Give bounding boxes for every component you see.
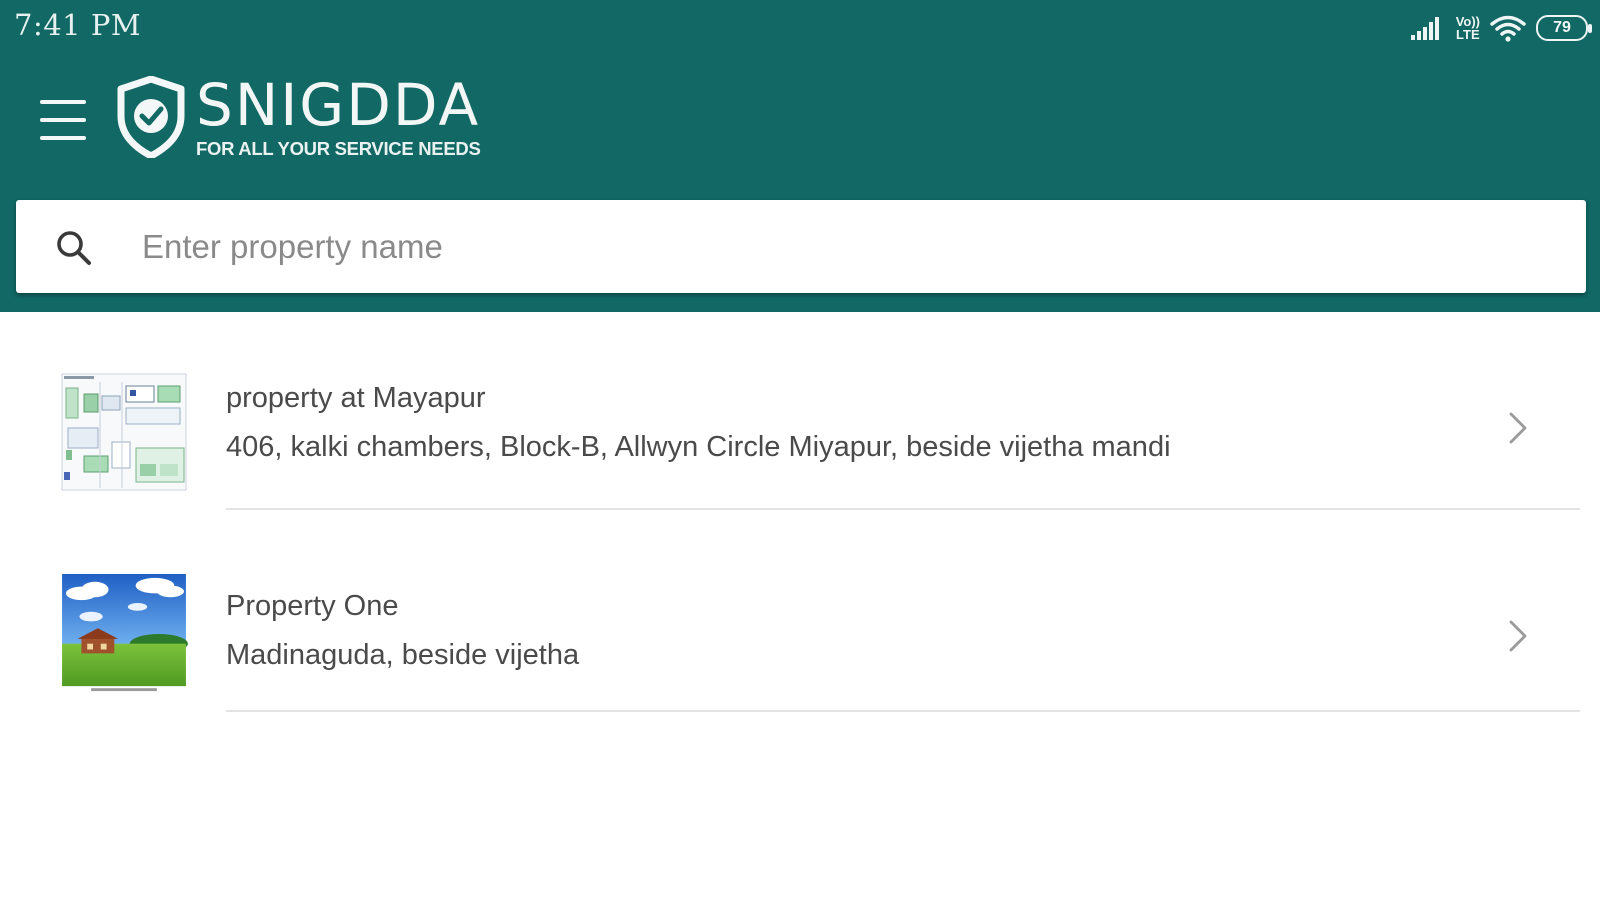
brand-logo: SNIGDDA FOR ALL YOUR SERVICE NEEDS: [116, 76, 481, 176]
landscape-house-thumbnail: [62, 574, 188, 694]
app-screen: 7:41 PM Vo)) LTE 79 SNIGDDA FOR ALL YOUR…: [0, 0, 1600, 900]
list-divider: [226, 710, 1580, 712]
search-bar[interactable]: [16, 200, 1586, 293]
status-bar: 7:41 PM Vo)) LTE 79: [0, 0, 1600, 56]
wifi-icon: [1490, 15, 1526, 42]
app-bar: SNIGDDA FOR ALL YOUR SERVICE NEEDS: [0, 56, 1600, 186]
shield-check-icon: [117, 76, 185, 158]
list-item[interactable]: Property One Madinaguda, beside vijetha: [0, 574, 1600, 774]
status-time: 7:41 PM: [14, 8, 142, 42]
search-icon[interactable]: [54, 228, 94, 268]
property-address: 406, kalki chambers, Block-B, Allwyn Cir…: [226, 431, 1171, 463]
status-icons: Vo)) LTE 79: [1410, 10, 1592, 46]
chevron-right-icon: [1509, 620, 1527, 652]
brand-name: SNIGDDA: [196, 71, 481, 139]
floor-plan-thumbnail: [60, 372, 188, 492]
list-divider: [226, 508, 1580, 510]
list-item[interactable]: property at Mayapur 406, kalki chambers,…: [0, 372, 1600, 572]
battery-level: 79: [1553, 19, 1571, 36]
battery-icon: 79: [1536, 15, 1592, 41]
chevron-right-icon: [1509, 412, 1527, 444]
property-title: Property One: [226, 590, 399, 622]
search-input[interactable]: [140, 218, 1564, 276]
header-region: 7:41 PM Vo)) LTE 79 SNIGDDA FOR ALL YOUR…: [0, 0, 1600, 312]
signal-icon: [1410, 17, 1439, 40]
volte-icon: Vo)) LTE: [1456, 15, 1480, 41]
brand-tagline: FOR ALL YOUR SERVICE NEEDS: [196, 138, 481, 159]
volte-bottom-label: LTE: [1456, 27, 1480, 42]
property-address: Madinaguda, beside vijetha: [226, 639, 580, 671]
property-title: property at Mayapur: [226, 382, 486, 414]
hamburger-menu-icon[interactable]: [40, 100, 86, 140]
